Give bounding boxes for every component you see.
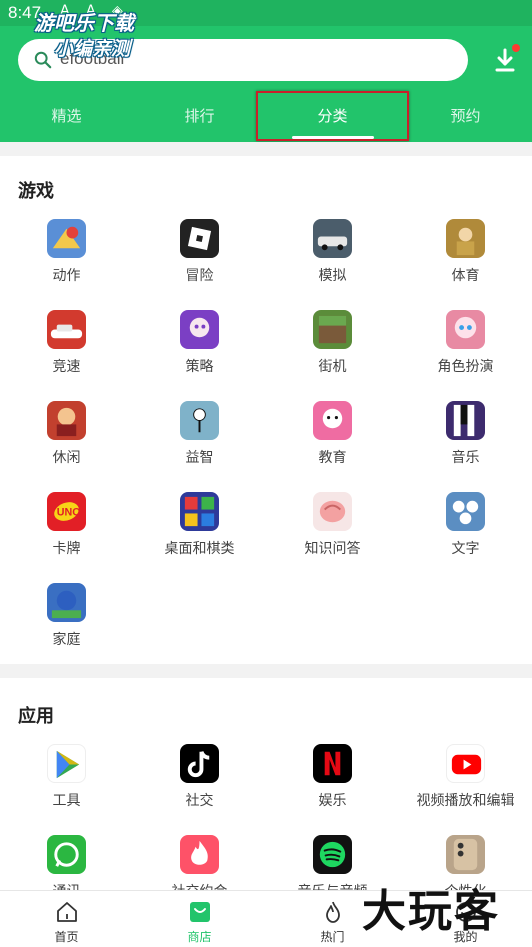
racing-car-icon (47, 310, 86, 349)
nav-home-label: 首页 (54, 930, 79, 944)
flame-icon (326, 901, 340, 923)
app-category-label: 视频播放和编辑 (416, 793, 515, 809)
game-category-label: 音乐 (451, 450, 480, 466)
tinder-icon (180, 835, 219, 874)
nav-home[interactable]: 首页 (0, 891, 133, 947)
nav-store[interactable]: 商店 (133, 891, 266, 947)
tab-ranking[interactable]: 排行 (133, 90, 266, 142)
svg-text:UNO: UNO (57, 506, 81, 518)
roblox-icon (180, 219, 219, 258)
store-bag-icon (190, 902, 210, 922)
game-category-label: 角色扮演 (437, 359, 494, 375)
game-category-item[interactable]: 体育 (399, 219, 532, 309)
notification-dot (512, 44, 520, 52)
game-category-label: 动作 (52, 268, 81, 284)
games-section-title: 游戏 (18, 181, 54, 202)
game-category-label: 卡牌 (52, 541, 81, 557)
tab-categories[interactable]: 分类 (266, 90, 399, 142)
game-category-item[interactable]: 教育 (266, 401, 399, 491)
brain-quiz-icon (313, 492, 352, 531)
game-category-label: 休闲 (52, 450, 81, 466)
uno-icon: UNO (47, 492, 86, 531)
tiktok-icon (180, 744, 219, 783)
tab-preorder[interactable]: 预约 (399, 90, 532, 142)
game-category-item[interactable]: 文字 (399, 492, 532, 582)
game-category-item[interactable]: 街机 (266, 310, 399, 400)
word-game-icon (446, 492, 485, 531)
app-category-label: 工具 (52, 793, 81, 809)
app-category-item[interactable]: 工具 (0, 744, 133, 834)
section-divider (0, 664, 532, 678)
game-category-label: 街机 (318, 359, 347, 375)
roleplay-icon (446, 310, 485, 349)
game-category-label: 家庭 (52, 632, 81, 648)
puzzle-icon (180, 401, 219, 440)
game-category-label: 模拟 (318, 268, 347, 284)
game-category-item[interactable]: 模拟 (266, 219, 399, 309)
app-category-item[interactable]: 视频播放和编辑 (399, 744, 532, 834)
game-category-label: 文字 (451, 541, 480, 557)
casual-icon (47, 401, 86, 440)
ludo-icon (180, 492, 219, 531)
category-tabs: 精选 排行 分类 预约 (0, 90, 532, 142)
game-category-label: 体育 (451, 268, 480, 284)
play-store-icon (47, 744, 86, 783)
game-category-item[interactable]: 竞速 (0, 310, 133, 400)
whatsapp-icon (47, 835, 86, 874)
app-category-item[interactable]: 社交 (133, 744, 266, 834)
game-category-item[interactable]: 桌面和棋类 (133, 492, 266, 582)
family-game-icon (47, 583, 86, 622)
education-icon (313, 401, 352, 440)
strategy-icon (180, 310, 219, 349)
soccer-icon (446, 219, 485, 258)
section-divider (0, 142, 532, 156)
game-category-label: 益智 (185, 450, 214, 466)
game-category-item[interactable]: 益智 (133, 401, 266, 491)
watermark-line1: 游吧乐下载 (34, 11, 134, 35)
game-category-item[interactable]: 动作 (0, 219, 133, 309)
game-category-label: 策略 (185, 359, 214, 375)
app-category-label: 社交 (185, 793, 214, 809)
game-category-item[interactable]: 冒险 (133, 219, 266, 309)
spotify-icon (313, 835, 352, 874)
download-button[interactable] (490, 44, 522, 76)
netflix-icon (313, 744, 352, 783)
game-category-label: 桌面和棋类 (164, 541, 235, 557)
car-sim-icon (313, 219, 352, 258)
watermark-line2: 小编亲测 (53, 38, 130, 60)
tab-featured[interactable]: 精选 (0, 90, 133, 142)
game-category-item[interactable]: 家庭 (0, 583, 133, 673)
app-category-item[interactable]: 娱乐 (266, 744, 399, 834)
game-category-item[interactable]: UNO 卡牌 (0, 492, 133, 582)
youtube-icon (446, 744, 485, 783)
minecraft-icon (313, 310, 352, 349)
apps-section-title: 应用 (18, 706, 54, 727)
game-category-label: 竞速 (52, 359, 81, 375)
personalization-icon (446, 835, 485, 874)
game-category-label: 知识问答 (304, 541, 361, 557)
home-icon (57, 902, 77, 922)
game-category-label: 教育 (318, 450, 347, 466)
game-category-item[interactable]: 策略 (133, 310, 266, 400)
nav-store-label: 商店 (187, 930, 212, 944)
music-tiles-icon (446, 401, 485, 440)
game-category-item[interactable]: 角色扮演 (399, 310, 532, 400)
brand-watermark: 大玩客 (362, 886, 500, 937)
game-category-item[interactable]: 知识问答 (266, 492, 399, 582)
game-category-item[interactable]: 音乐 (399, 401, 532, 491)
game-category-item[interactable]: 休闲 (0, 401, 133, 491)
app-category-label: 娱乐 (318, 793, 347, 809)
active-tab-indicator (292, 136, 374, 139)
game-category-label: 冒险 (185, 268, 214, 284)
action-game-icon (47, 219, 86, 258)
watermark: 游吧乐下载 小编亲测 (14, 10, 154, 62)
